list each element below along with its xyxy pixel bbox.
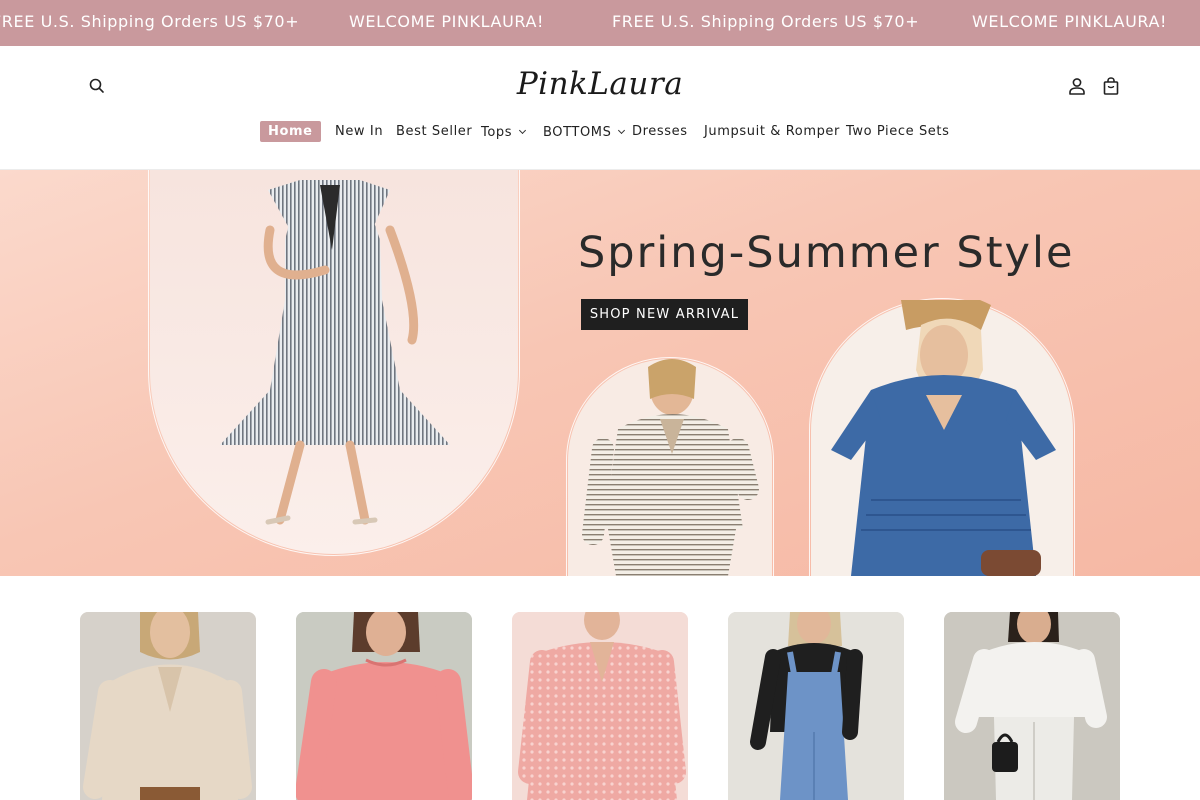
hero-image-striped-set	[568, 359, 772, 576]
hero-title: Spring-Summer Style	[578, 228, 1075, 278]
shop-new-arrival-button[interactable]: SHOP NEW ARRIVAL	[581, 299, 748, 330]
hero-banner[interactable]: Spring-Summer Style SHOP NEW ARRIVAL	[0, 170, 1200, 576]
announcement-welcome: WELCOME PINKLAURA!	[972, 12, 1168, 31]
hero-image-striped-dress	[150, 170, 518, 554]
product-image-denim-overalls	[728, 612, 904, 800]
search-icon[interactable]	[86, 75, 108, 97]
nav-two-piece-sets[interactable]: Two Piece Sets	[846, 121, 949, 143]
chevron-down-icon	[618, 126, 626, 135]
nav-best-seller[interactable]: Best Seller	[396, 121, 472, 143]
nav-jumpsuit-romper[interactable]: Jumpsuit & Romper	[704, 121, 840, 143]
product-image-beige-blouse	[80, 612, 256, 800]
hero-image-denim-dress	[811, 291, 1073, 576]
main-nav: Home New In Best Seller Tops BOTTOMS Dre…	[0, 121, 1200, 143]
product-card[interactable]	[728, 612, 904, 800]
account-icon[interactable]	[1066, 75, 1088, 97]
product-card[interactable]	[80, 612, 256, 800]
nav-bottoms[interactable]: BOTTOMS	[543, 121, 626, 143]
product-card[interactable]	[512, 612, 688, 800]
nav-tops[interactable]: Tops	[481, 121, 527, 143]
product-image-pink-sweater	[296, 612, 472, 800]
announcement-welcome: WELCOME PINKLAURA!	[349, 12, 545, 31]
announcement-bar: FREE U.S. Shipping Orders US $70+ WELCOM…	[0, 0, 1200, 46]
chevron-down-icon	[519, 126, 527, 135]
cart-icon[interactable]	[1100, 75, 1122, 97]
nav-new-in[interactable]: New In	[335, 121, 383, 143]
nav-dresses[interactable]: Dresses	[632, 121, 688, 143]
site-header: PinkLaura Home New In Best Seller Tops B…	[0, 46, 1200, 170]
product-grid	[0, 576, 1200, 800]
product-image-pink-eyelet-dress	[512, 612, 688, 800]
nav-bottoms-label: BOTTOMS	[543, 125, 612, 140]
announcement-shipping: FREE U.S. Shipping Orders US $70+	[0, 12, 300, 31]
nav-home[interactable]: Home	[260, 121, 321, 142]
product-image-white-two-piece	[944, 612, 1120, 800]
product-card[interactable]	[944, 612, 1120, 800]
site-logo[interactable]: PinkLaura	[500, 66, 700, 106]
announcement-shipping: FREE U.S. Shipping Orders US $70+	[612, 12, 920, 31]
product-card[interactable]	[296, 612, 472, 800]
nav-tops-label: Tops	[481, 125, 513, 140]
